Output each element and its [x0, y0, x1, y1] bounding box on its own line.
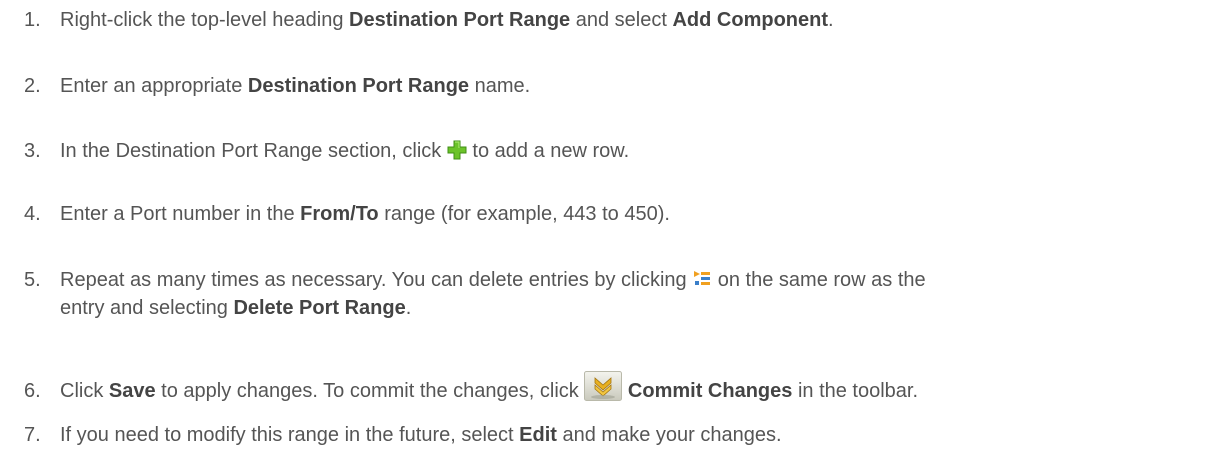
- step-number: 3.: [24, 140, 41, 162]
- step-text: Enter a Port number in the From/To range…: [60, 203, 670, 225]
- step-number: 4.: [24, 203, 41, 225]
- green-plus-icon: [447, 140, 467, 160]
- ui-term-add-component: Add Component: [672, 9, 829, 31]
- step-number: 1.: [24, 9, 41, 31]
- text: entry and selecting: [60, 297, 234, 319]
- step-5: 5. Repeat as many times as necessary. You…: [24, 266, 1209, 322]
- ui-term-delete-port-range: Delete Port Range: [233, 297, 406, 319]
- text: .: [405, 297, 412, 319]
- ui-term-destination-port-range: Destination Port Range: [349, 9, 571, 31]
- text: to apply changes. To commit the changes,…: [155, 380, 585, 402]
- text: in the toolbar.: [792, 380, 919, 402]
- step-text: Click Save to apply changes. To commit t…: [60, 371, 919, 402]
- ui-term-from-to: From/To: [300, 203, 379, 225]
- step-number: 5.: [24, 269, 41, 291]
- text: name.: [469, 75, 531, 97]
- step-2: 2. Enter an appropriate Destination Port …: [24, 72, 1209, 100]
- text: Right-click the top-level heading: [60, 9, 350, 31]
- step-text: Repeat as many times as necessary. You c…: [24, 269, 1209, 322]
- step-text-continued: entry and selecting Delete Port Range.: [24, 294, 1209, 322]
- step-text: Enter an appropriate Destination Port Ra…: [60, 75, 530, 97]
- step-3: 3. In the Destination Port Range section,…: [24, 137, 1209, 165]
- commit-changes-icon: [584, 371, 623, 401]
- ui-term-edit: Edit: [519, 424, 557, 446]
- step-text: Right-click the top-level heading Destin…: [60, 9, 834, 31]
- ui-term-commit-changes: Commit Changes: [627, 380, 793, 402]
- step-number: 6.: [24, 380, 41, 402]
- text: Enter an appropriate: [60, 75, 248, 97]
- text: Repeat as many times as necessary. You c…: [60, 269, 693, 291]
- step-6: 6. Click Save to apply changes. To commit…: [24, 371, 1209, 405]
- step-text: If you need to modify this range in the …: [60, 424, 782, 446]
- text: If you need to modify this range in the …: [60, 424, 520, 446]
- ui-term-destination-port-range: Destination Port Range: [247, 75, 470, 97]
- text: .: [828, 9, 834, 31]
- text: and select: [570, 9, 673, 31]
- step-number: 7.: [24, 424, 41, 446]
- step-1: 1. Right-click the top-level heading Dest…: [24, 6, 1209, 34]
- text: on the same row as the: [712, 269, 926, 291]
- text: Click: [60, 380, 109, 402]
- step-4: 4. Enter a Port number in the From/To ran…: [24, 200, 1209, 228]
- text: Enter a Port number in the: [60, 203, 301, 225]
- text: to add a new row.: [466, 140, 630, 162]
- step-number: 2.: [24, 75, 41, 97]
- step-text: In the Destination Port Range section, c…: [60, 140, 629, 162]
- ui-term-save: Save: [108, 380, 156, 402]
- text: In the Destination Port Range section, c…: [60, 140, 447, 162]
- text: and make your changes.: [556, 424, 782, 446]
- row-actions-menu-icon: [692, 269, 712, 289]
- text: range (for example, 443 to 450).: [378, 203, 670, 225]
- step-7: 7. If you need to modify this range in th…: [24, 421, 1209, 449]
